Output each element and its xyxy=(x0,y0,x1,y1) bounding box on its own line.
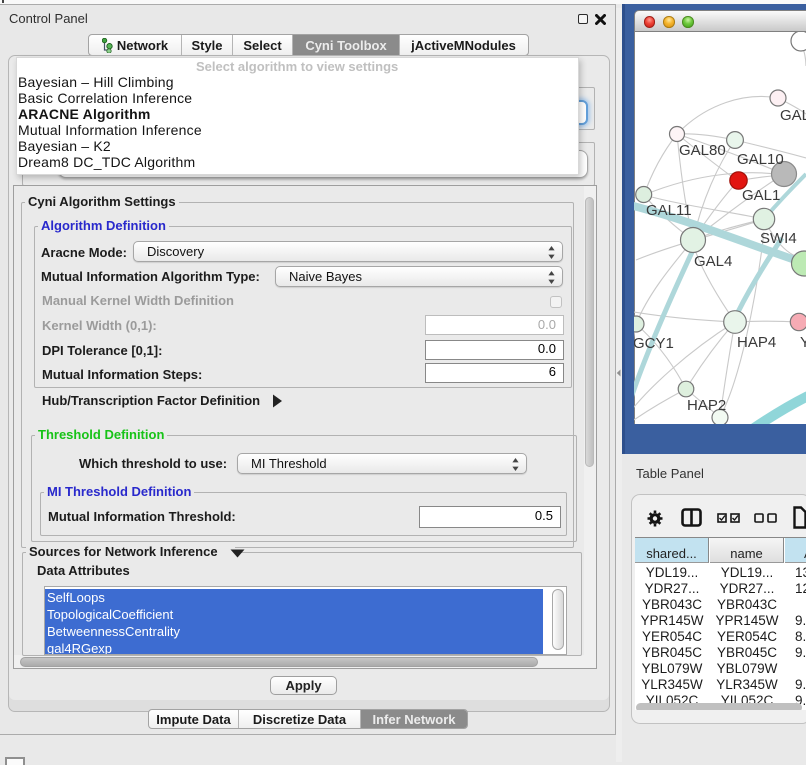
svg-text:GCY1: GCY1 xyxy=(634,335,674,352)
svg-text:GAL2: GAL2 xyxy=(780,107,806,124)
svg-text:Y: Y xyxy=(800,334,806,351)
svg-text:HAP2: HAP2 xyxy=(687,397,726,414)
svg-text:GAL80: GAL80 xyxy=(679,142,726,159)
svg-text:GAL10: GAL10 xyxy=(737,151,784,168)
svg-text:HAP4: HAP4 xyxy=(737,334,776,351)
svg-text:GAL4: GAL4 xyxy=(694,253,732,270)
svg-text:SWI4: SWI4 xyxy=(760,230,797,247)
svg-text:GAL11: GAL11 xyxy=(646,202,692,219)
svg-text:GAL1: GAL1 xyxy=(742,187,780,204)
